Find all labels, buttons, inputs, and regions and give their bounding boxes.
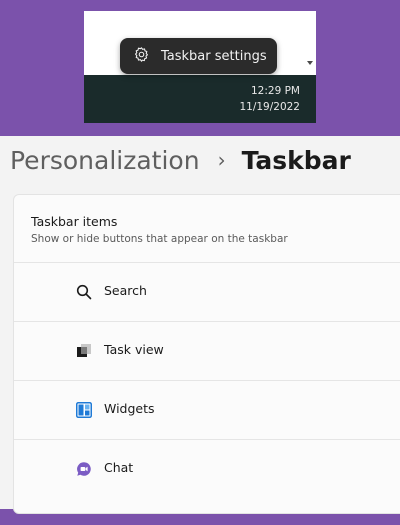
- breadcrumb-personalization[interactable]: Personalization: [10, 146, 200, 175]
- breadcrumb-separator: ›: [217, 148, 226, 172]
- task-view-icon: [76, 343, 92, 359]
- section-title: Taskbar items: [31, 214, 118, 229]
- search-label: Search: [104, 283, 147, 298]
- taskbar-item-task-view[interactable]: Task view: [14, 321, 400, 379]
- chat-icon: [76, 461, 92, 477]
- widgets-icon: [76, 402, 92, 418]
- taskbar-items-card: Taskbar items Show or hide buttons that …: [13, 194, 400, 514]
- taskbar-item-chat[interactable]: Chat: [14, 439, 400, 497]
- taskbar[interactable]: 12:29 PM 11/19/2022: [84, 75, 316, 123]
- task-view-label: Task view: [104, 342, 164, 357]
- section-subtitle: Show or hide buttons that appear on the …: [31, 233, 288, 245]
- clock-date[interactable]: 11/19/2022: [239, 101, 300, 113]
- chat-label: Chat: [104, 460, 134, 475]
- gear-icon: [133, 46, 150, 67]
- search-icon: [76, 284, 92, 300]
- taskbar-item-search[interactable]: Search: [14, 262, 400, 320]
- clock-time[interactable]: 12:29 PM: [251, 85, 300, 97]
- settings-window: Personalization › Taskbar Taskbar items …: [0, 136, 400, 514]
- taskbar-items-header[interactable]: Taskbar items Show or hide buttons that …: [31, 214, 288, 245]
- scroll-down-arrow[interactable]: [307, 61, 313, 65]
- breadcrumb: Personalization › Taskbar: [10, 143, 351, 177]
- widgets-label: Widgets: [104, 401, 155, 416]
- taskbar-settings-menu-item[interactable]: Taskbar settings: [120, 38, 277, 74]
- taskbar-settings-label: Taskbar settings: [161, 48, 267, 64]
- taskbar-item-widgets[interactable]: Widgets: [14, 380, 400, 438]
- page-title: Taskbar: [241, 145, 351, 175]
